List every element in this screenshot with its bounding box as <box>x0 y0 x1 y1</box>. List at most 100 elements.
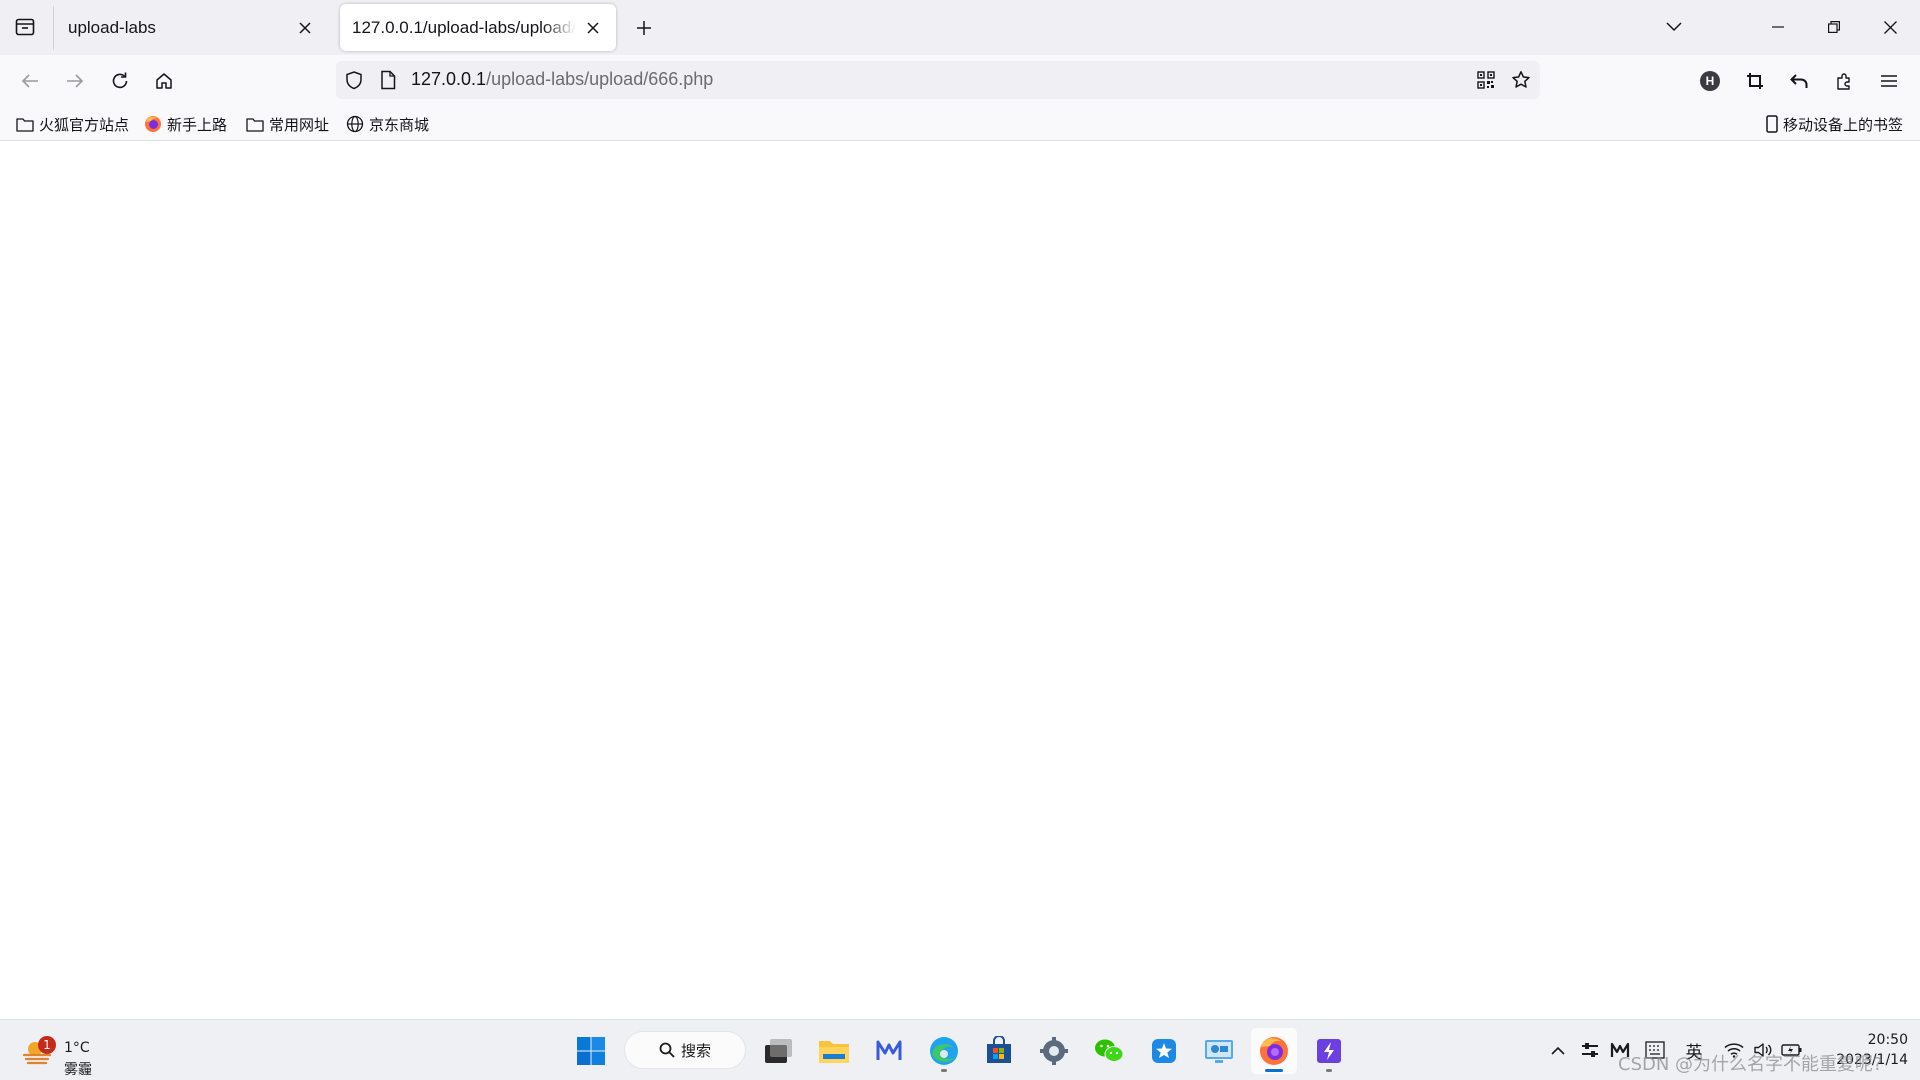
back-button[interactable] <box>12 63 48 99</box>
puzzle-icon <box>1837 73 1850 90</box>
globe-icon <box>346 115 364 133</box>
h-extension-icon: H <box>1700 71 1720 91</box>
close-icon <box>299 21 311 34</box>
bookmark-label: 移动设备上的书签 <box>1783 115 1904 134</box>
folder-icon <box>246 117 264 132</box>
arrow-right-icon <box>67 74 84 88</box>
weather-description: 雾霾 <box>64 1062 92 1078</box>
windows-logo-icon <box>577 1037 605 1065</box>
clock-time: 20:50 <box>1867 1032 1908 1048</box>
store-icon <box>987 1036 1011 1063</box>
qr-code-icon[interactable] <box>1477 71 1495 89</box>
close-icon <box>1883 20 1897 34</box>
minimize-button[interactable] <box>1756 8 1800 46</box>
page-icon[interactable] <box>380 70 396 90</box>
file-explorer-button[interactable] <box>811 1028 857 1074</box>
restore-icon <box>1828 21 1840 33</box>
list-all-tabs-button[interactable] <box>1652 8 1696 46</box>
screenshot-button[interactable] <box>1737 63 1773 99</box>
bookmark-common-sites[interactable]: 常用网址 <box>246 111 329 137</box>
firefox-view-icon <box>15 18 35 36</box>
wechat-icon <box>1095 1039 1124 1062</box>
window-close-button[interactable] <box>1868 8 1912 46</box>
edge-icon <box>930 1037 958 1065</box>
bookmark-jd-mall[interactable]: 京东商城 <box>346 111 429 137</box>
bookmark-label: 京东商城 <box>369 115 430 134</box>
notification-badge: 1 <box>38 1036 56 1054</box>
url-host: 127.0.0.1 <box>411 69 487 89</box>
minimize-icon <box>1772 26 1784 28</box>
url-bar[interactable]: 127.0.0.1/upload-labs/upload/666.php <box>336 61 1540 99</box>
firefox-view-button[interactable] <box>8 12 42 42</box>
tab-666-php[interactable]: 127.0.0.1/upload-labs/upload/666.php <box>340 4 616 51</box>
crop-icon <box>1747 73 1763 89</box>
shield-icon[interactable] <box>344 70 364 90</box>
wechat-button[interactable] <box>1086 1028 1132 1074</box>
extension-h-button[interactable]: H <box>1692 63 1728 99</box>
gear-icon <box>1040 1037 1068 1065</box>
tab-upload-labs[interactable]: upload-labs <box>56 4 328 51</box>
bookmark-firefox-official[interactable]: 火狐官方站点 <box>16 111 129 137</box>
firefox-taskbar-button[interactable] <box>1251 1028 1297 1074</box>
task-view-icon <box>765 1039 792 1063</box>
navigation-toolbar: 127.0.0.1/upload-labs/upload/666.php H <box>0 55 1920 106</box>
show-hidden-icons-button[interactable] <box>1544 1038 1572 1062</box>
bookmark-star-icon[interactable] <box>1511 70 1531 90</box>
mobile-bookmarks-folder[interactable]: 移动设备上的书签 <box>1766 111 1903 137</box>
undo-button[interactable] <box>1781 63 1817 99</box>
firefox-icon <box>145 116 161 132</box>
restore-button[interactable] <box>1812 8 1856 46</box>
mobile-icon <box>1766 115 1778 133</box>
app-m-button[interactable] <box>866 1028 912 1074</box>
tab-title: 127.0.0.1/upload-labs/upload/666.php <box>352 17 576 37</box>
microsoft-store-button[interactable] <box>976 1028 1022 1074</box>
undo-icon <box>1790 74 1808 88</box>
bolt-icon <box>1317 1039 1341 1063</box>
start-button[interactable] <box>568 1028 614 1074</box>
forward-button[interactable] <box>57 63 93 99</box>
bookmark-label: 火狐官方站点 <box>39 115 130 134</box>
sliders-icon <box>1582 1043 1598 1057</box>
star-app-icon <box>1152 1039 1176 1063</box>
firefox-icon <box>1260 1037 1288 1065</box>
folder-icon <box>819 1041 849 1063</box>
plus-icon <box>637 21 651 35</box>
monitor-icon <box>1205 1040 1233 1063</box>
app-bolt-button[interactable] <box>1306 1028 1352 1074</box>
running-indicator <box>1326 1069 1332 1072</box>
home-icon <box>156 73 172 89</box>
bookmark-getting-started[interactable]: 新手上路 <box>144 111 227 137</box>
bookmark-label: 新手上路 <box>167 115 228 134</box>
csdn-watermark: CSDN @为什么名字不能重复呢? <box>1618 1054 1883 1075</box>
weather-temperature: 1°C <box>64 1040 90 1056</box>
reload-icon <box>112 72 128 89</box>
taskbar-search[interactable]: 搜索 <box>624 1031 746 1069</box>
chevron-up-icon <box>1551 1046 1565 1055</box>
reload-button[interactable] <box>102 63 138 99</box>
url-text[interactable]: 127.0.0.1/upload-labs/upload/666.php <box>411 69 713 90</box>
bookmark-label: 常用网址 <box>269 115 330 134</box>
new-tab-button[interactable] <box>628 12 660 44</box>
settings-button[interactable] <box>1031 1028 1077 1074</box>
page-content[interactable] <box>0 141 1920 1019</box>
tab-close-button[interactable] <box>582 17 604 39</box>
search-label: 搜索 <box>680 1041 711 1060</box>
tray-app-1[interactable] <box>1576 1038 1604 1062</box>
bookmarks-toolbar: 火狐官方站点 新手上路 常用网址 京东商城 移动设备上的书签 <box>0 106 1920 141</box>
app-menu-button[interactable] <box>1871 63 1907 99</box>
url-path: /upload-labs/upload/666.php <box>486 69 714 89</box>
tab-separator <box>53 6 54 50</box>
weather-widget[interactable]: 1 1°C 雾霾 <box>18 1028 138 1078</box>
home-button[interactable] <box>146 63 182 99</box>
remote-desktop-button[interactable] <box>1196 1028 1242 1074</box>
chevron-down-icon <box>1666 22 1682 32</box>
folder-icon <box>16 117 34 132</box>
task-view-button[interactable] <box>756 1028 802 1074</box>
extensions-button[interactable] <box>1826 63 1862 99</box>
tab-close-button[interactable] <box>294 17 316 39</box>
hamburger-icon <box>1881 75 1897 87</box>
edge-browser-button[interactable] <box>921 1028 967 1074</box>
app-star-button[interactable] <box>1141 1028 1187 1074</box>
arrow-left-icon <box>21 74 38 88</box>
tab-strip: upload-labs 127.0.0.1/upload-labs/upload… <box>0 0 1920 55</box>
